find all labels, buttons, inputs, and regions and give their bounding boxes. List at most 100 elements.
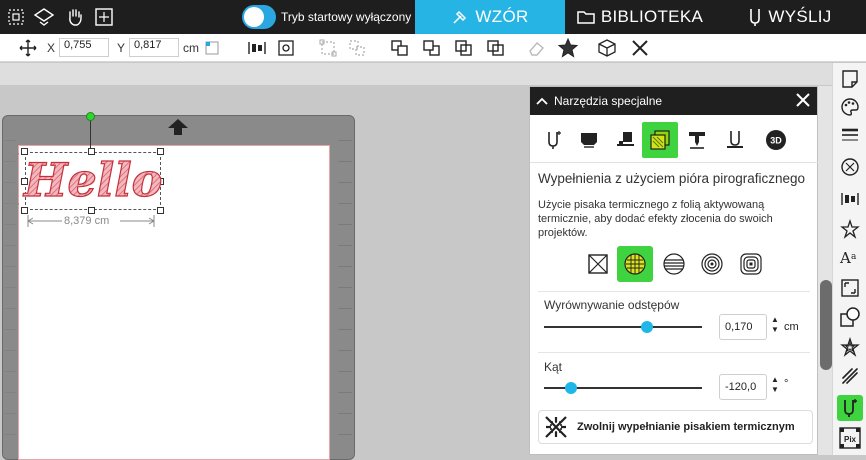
concentric-circles-icon <box>701 253 723 275</box>
concentric-squares-icon <box>740 253 762 275</box>
section-title: Wypełnienia z użyciem pióra pirograficzn… <box>538 171 806 186</box>
release-button-label: Zwolnij wypełnianie pisakiem termicznym <box>577 421 795 433</box>
svg-text:A: A <box>839 249 851 266</box>
heat-pen-icon <box>548 131 561 149</box>
fill-circles-button[interactable] <box>694 246 730 282</box>
3d-tool-button[interactable]: 3D <box>758 122 794 158</box>
group-icon[interactable] <box>316 36 340 60</box>
height-dimension-icon <box>7 153 19 205</box>
heat-pen-tool-button[interactable] <box>536 122 572 158</box>
line-style-icon[interactable] <box>837 122 863 148</box>
divider <box>538 352 810 353</box>
startup-mode-toggle[interactable] <box>242 5 276 29</box>
release-fill-icon <box>541 412 571 442</box>
align-icon[interactable] <box>245 36 269 60</box>
fill-none-button[interactable] <box>580 246 616 282</box>
emboss-tool-button[interactable] <box>571 122 607 158</box>
y-field[interactable]: 0,817 <box>129 38 179 57</box>
hello-text-object[interactable]: Hello <box>21 150 163 207</box>
release-heat-pen-fill-button[interactable]: Zwolnij wypełnianie pisakiem termicznym <box>538 410 813 444</box>
startup-mode-label: Tryb startowy wyłączony <box>281 10 412 24</box>
special-tools-row: 3D <box>530 119 819 163</box>
spacing-slider[interactable] <box>544 326 702 328</box>
bring-to-front-icon[interactable] <box>452 36 476 60</box>
center-icon[interactable] <box>274 36 298 60</box>
close-icon[interactable] <box>795 92 811 108</box>
svg-text:Pix: Pix <box>844 435 857 444</box>
transform-icon[interactable] <box>837 275 863 301</box>
hand-pan-icon[interactable] <box>63 5 87 29</box>
deboss-tool-button[interactable] <box>679 122 715 158</box>
panel-header: Narzędzia specjalne <box>530 87 817 115</box>
eraser-icon[interactable] <box>525 36 549 60</box>
chevron-up-icon[interactable] <box>536 96 548 106</box>
right-sidebar: Aa Pix <box>832 63 866 455</box>
section-description: Użycie pisaka termicznego z folią aktywo… <box>538 199 773 239</box>
ungroup-icon[interactable] <box>345 36 369 60</box>
trace-icon[interactable] <box>837 363 863 389</box>
select-icon[interactable] <box>4 5 28 29</box>
tab-design[interactable]: WZÓR <box>415 0 565 34</box>
special-tools-panel: Narzędzia specjalne 3D Wypełnienia z uży… <box>529 86 819 455</box>
angle-stepper[interactable]: ▲ ▼ <box>771 375 779 395</box>
emboss-icon <box>581 133 597 148</box>
replicate-star-icon[interactable] <box>837 216 863 242</box>
special-tools-sidebar-icon[interactable] <box>837 395 863 421</box>
tab-library[interactable]: BIBLIOTEKA <box>565 0 715 34</box>
spacing-field[interactable]: 0,170 <box>719 314 767 340</box>
y-label: Y <box>117 41 126 55</box>
object-toolbar: X 0,755 Y 0,817 cm <box>0 34 866 62</box>
spacing-slider-thumb[interactable] <box>640 321 653 333</box>
bring-forward-icon[interactable] <box>388 36 412 60</box>
angle-slider-thumb[interactable] <box>564 382 577 394</box>
rotate-stem <box>90 117 91 149</box>
anchor-point-icon[interactable] <box>203 36 221 60</box>
tab-send-label: WYŚLIJ <box>768 7 832 26</box>
3d-badge-icon: 3D <box>766 130 786 150</box>
send-to-back-icon[interactable] <box>484 36 508 60</box>
grid-fill-icon <box>624 253 646 275</box>
x-field[interactable]: 0,755 <box>59 38 109 57</box>
star-tool-icon[interactable] <box>556 36 580 60</box>
width-dimension-label: 8,379 cm <box>64 215 110 227</box>
text-style-icon[interactable]: Aa <box>837 244 863 270</box>
image-effects-icon[interactable] <box>837 154 863 180</box>
design-icon <box>453 10 467 24</box>
fit-view-icon[interactable] <box>92 5 116 29</box>
send-icon <box>750 9 761 26</box>
tab-design-label: WZÓR <box>475 7 529 26</box>
fill-pattern-icon <box>650 130 670 150</box>
tab-send[interactable]: WYŚLIJ <box>715 0 865 34</box>
send-backward-icon[interactable] <box>420 36 444 60</box>
top-bar: Tryb startowy wyłączony WZÓR BIBLIOTEKA … <box>0 0 866 34</box>
delete-x-icon[interactable] <box>628 36 652 60</box>
spacing-label: Wyrównywanie odstępów <box>544 298 680 312</box>
resize-handle[interactable] <box>157 207 164 214</box>
pen-tool-button[interactable] <box>717 122 753 158</box>
angle-field[interactable]: -120,0 <box>719 374 767 400</box>
3d-box-icon[interactable] <box>595 36 619 60</box>
fill-lines-button[interactable] <box>656 246 692 282</box>
panel-scrollbar-thumb[interactable] <box>820 280 832 370</box>
angle-unit: ° <box>784 378 789 390</box>
fill-squares-button[interactable] <box>733 246 769 282</box>
deboss-icon <box>689 132 705 149</box>
pen-icon <box>727 131 743 148</box>
page-setup-icon[interactable] <box>837 66 863 92</box>
shape-tool-icon[interactable] <box>32 5 56 29</box>
heat-pen-fill-tool-button[interactable] <box>642 122 678 158</box>
tab-library-label: BIBLIOTEKA <box>600 7 704 26</box>
fill-color-palette-icon[interactable] <box>837 94 863 120</box>
pixscan-icon[interactable]: Pix <box>837 425 863 451</box>
panel-scrollbar[interactable] <box>818 86 832 455</box>
x-label: X <box>47 41 56 55</box>
spacing-stepper[interactable]: ▲ ▼ <box>771 315 779 335</box>
modify-shapes-icon[interactable] <box>837 304 863 330</box>
offset-star-icon[interactable] <box>837 334 863 360</box>
alignment-panel-icon[interactable] <box>837 186 863 212</box>
move-icon[interactable] <box>16 36 40 60</box>
unit-label: cm <box>183 41 199 55</box>
rotate-handle[interactable] <box>86 112 95 121</box>
fill-grid-button[interactable] <box>617 246 653 282</box>
stamp-tool-button[interactable] <box>607 122 643 158</box>
